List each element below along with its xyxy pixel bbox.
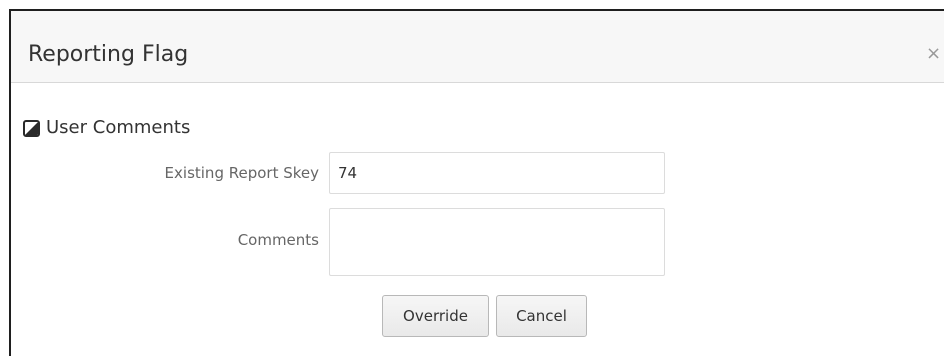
collapse-icon[interactable] bbox=[23, 119, 40, 137]
comments-label: Comments bbox=[237, 231, 319, 249]
section-label: User Comments bbox=[46, 117, 191, 138]
override-button[interactable]: Override bbox=[382, 295, 489, 337]
cancel-button[interactable]: Cancel bbox=[496, 295, 587, 337]
comments-textarea[interactable] bbox=[329, 208, 665, 276]
existing-report-skey-label: Existing Report Skey bbox=[164, 164, 319, 182]
user-comments-section-header[interactable]: User Comments bbox=[23, 117, 190, 139]
close-icon[interactable]: × bbox=[926, 45, 941, 63]
existing-report-skey-input[interactable] bbox=[329, 152, 665, 194]
reporting-flag-dialog: Reporting Flag × User Comments Existing … bbox=[9, 9, 944, 356]
dialog-title: Reporting Flag bbox=[28, 42, 189, 67]
dialog-header: Reporting Flag × bbox=[11, 11, 944, 83]
